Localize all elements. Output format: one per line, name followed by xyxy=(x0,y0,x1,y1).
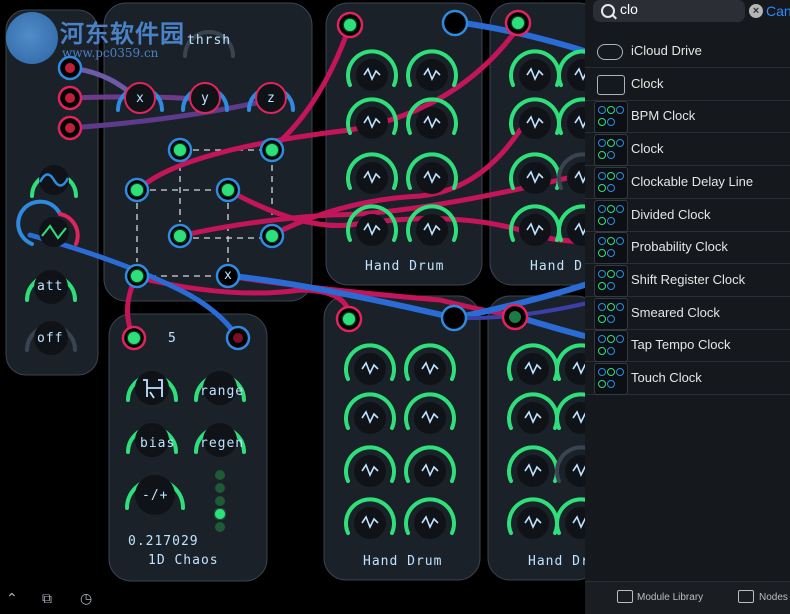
off-knob-label: off xyxy=(37,331,64,346)
nodes-icon[interactable] xyxy=(738,590,754,603)
drum-knob-body[interactable] xyxy=(354,455,386,487)
module-thumbnail-icon xyxy=(594,297,628,330)
drum-b-title: Hand Dr xyxy=(530,259,592,274)
search-icon xyxy=(601,4,615,18)
drum-a-title: Hand Drum xyxy=(365,259,445,274)
list-item-label: Clock xyxy=(631,75,664,91)
drum-knob-body[interactable] xyxy=(517,402,549,434)
bias-knob-label: bias xyxy=(140,436,176,451)
list-item-label: Tap Tempo Clock xyxy=(631,337,731,353)
search-input[interactable]: clo xyxy=(620,1,638,17)
module-thumbnail-icon xyxy=(594,363,628,395)
list-item[interactable]: Clockable Delay Line xyxy=(585,166,790,199)
expand-icon[interactable]: ⧉ xyxy=(42,591,52,607)
watermark-title: 河东软件园 xyxy=(60,20,185,48)
library-footer: Module Library Nodes xyxy=(585,581,790,614)
list-item[interactable]: iCloud Drive xyxy=(585,35,790,68)
module-thumbnail-icon xyxy=(594,232,628,265)
drum-module-a xyxy=(325,2,483,286)
module-library-panel: clo × Can iCloud Drive Clock BPM Clock Cloc… xyxy=(585,0,790,614)
list-item-label: Shift Register Clock xyxy=(631,271,746,287)
drum-module-c xyxy=(323,295,481,581)
module-library-icon[interactable] xyxy=(617,590,633,603)
list-item-label: Clockable Delay Line xyxy=(631,173,754,189)
y-knob-label: y xyxy=(201,91,210,106)
drum-knob-body[interactable] xyxy=(356,214,388,246)
regen-knob-label: regen xyxy=(200,436,245,451)
module-thumbnail-icon xyxy=(594,134,628,167)
drum-knob-body[interactable] xyxy=(414,353,446,385)
list-item-label: Probability Clock xyxy=(631,239,728,255)
list-item[interactable]: Divided Clock xyxy=(585,199,790,232)
folder-icon xyxy=(597,74,625,95)
list-item[interactable]: Probability Clock xyxy=(585,231,790,265)
module-thumbnail-icon xyxy=(594,199,628,232)
drum-d-title: Hand Dr xyxy=(528,554,590,569)
list-item[interactable]: Clock xyxy=(585,68,790,101)
drum-knob-body[interactable] xyxy=(354,507,386,539)
list-item[interactable]: Shift Register Clock xyxy=(585,264,790,297)
cpu-meter-icon[interactable]: ◷ xyxy=(80,591,92,607)
drum-knob-body[interactable] xyxy=(356,59,388,91)
drum-knob-body[interactable] xyxy=(517,455,549,487)
cancel-button[interactable]: Can xyxy=(766,3,790,19)
list-item-label: Touch Clock xyxy=(631,370,702,385)
drum-c-title: Hand Drum xyxy=(363,554,443,569)
drum-knob-body[interactable] xyxy=(416,59,448,91)
drum-knob-body[interactable] xyxy=(519,214,551,246)
drum-knob-body[interactable] xyxy=(519,107,551,139)
list-item-label: BPM Clock xyxy=(631,108,696,124)
watermark-logo xyxy=(6,12,58,64)
plus-minus-knob-label: -/+ xyxy=(142,488,169,503)
tab-module-library[interactable]: Module Library xyxy=(637,592,703,603)
drum-knob-body[interactable] xyxy=(414,507,446,539)
chaos-title: 1D Chaos xyxy=(148,553,219,568)
list-item[interactable]: Clock xyxy=(585,133,790,167)
x-out-label: x xyxy=(224,268,233,283)
chaos-value: 0.217029 xyxy=(128,534,199,549)
module-thumbnail-icon xyxy=(594,166,628,199)
drum-knob-body[interactable] xyxy=(356,162,388,194)
list-item[interactable]: Smeared Clock xyxy=(585,297,790,330)
tab-nodes[interactable]: Nodes xyxy=(759,592,788,603)
list-item[interactable]: Touch Clock xyxy=(585,362,790,395)
drum-knob-body[interactable] xyxy=(517,353,549,385)
att-knob-label: att xyxy=(37,279,64,294)
drum-knob-body[interactable] xyxy=(517,507,549,539)
module-thumbnail-icon xyxy=(594,330,628,363)
drum-knob-body[interactable] xyxy=(416,107,448,139)
cloud-download-icon xyxy=(597,44,623,60)
drum-knob-body[interactable] xyxy=(354,402,386,434)
watermark-url: www.pc0359.cn xyxy=(62,46,159,60)
list-item[interactable]: Tap Tempo Clock xyxy=(585,329,790,363)
module-thumbnail-icon xyxy=(594,101,628,134)
z-knob-label: z xyxy=(267,91,276,106)
search-field[interactable]: clo × xyxy=(593,0,763,22)
clear-icon[interactable]: × xyxy=(749,4,763,18)
chaos-count: 5 xyxy=(168,331,177,346)
list-item-label: Clock xyxy=(631,141,664,157)
thresh-label: thrsh xyxy=(187,33,232,48)
drum-knob-body[interactable] xyxy=(416,214,448,246)
drum-knob-body[interactable] xyxy=(356,107,388,139)
drum-knob-body[interactable] xyxy=(519,162,551,194)
x-knob-label: x xyxy=(136,91,145,106)
list-item-label: Divided Clock xyxy=(631,206,711,222)
drum-knob-body[interactable] xyxy=(414,455,446,487)
drum-knob-body[interactable] xyxy=(519,59,551,91)
range-knob-label: range xyxy=(200,384,245,399)
module-thumbnail-icon xyxy=(594,264,628,297)
collapse-icon[interactable]: ⌃ xyxy=(6,591,18,607)
list-item[interactable]: BPM Clock xyxy=(585,100,790,134)
drum-knob-body[interactable] xyxy=(414,402,446,434)
drum-knob-body[interactable] xyxy=(354,353,386,385)
list-item-label: Smeared Clock xyxy=(631,304,720,320)
list-item-label: iCloud Drive xyxy=(631,43,702,58)
drum-knob-body[interactable] xyxy=(416,162,448,194)
